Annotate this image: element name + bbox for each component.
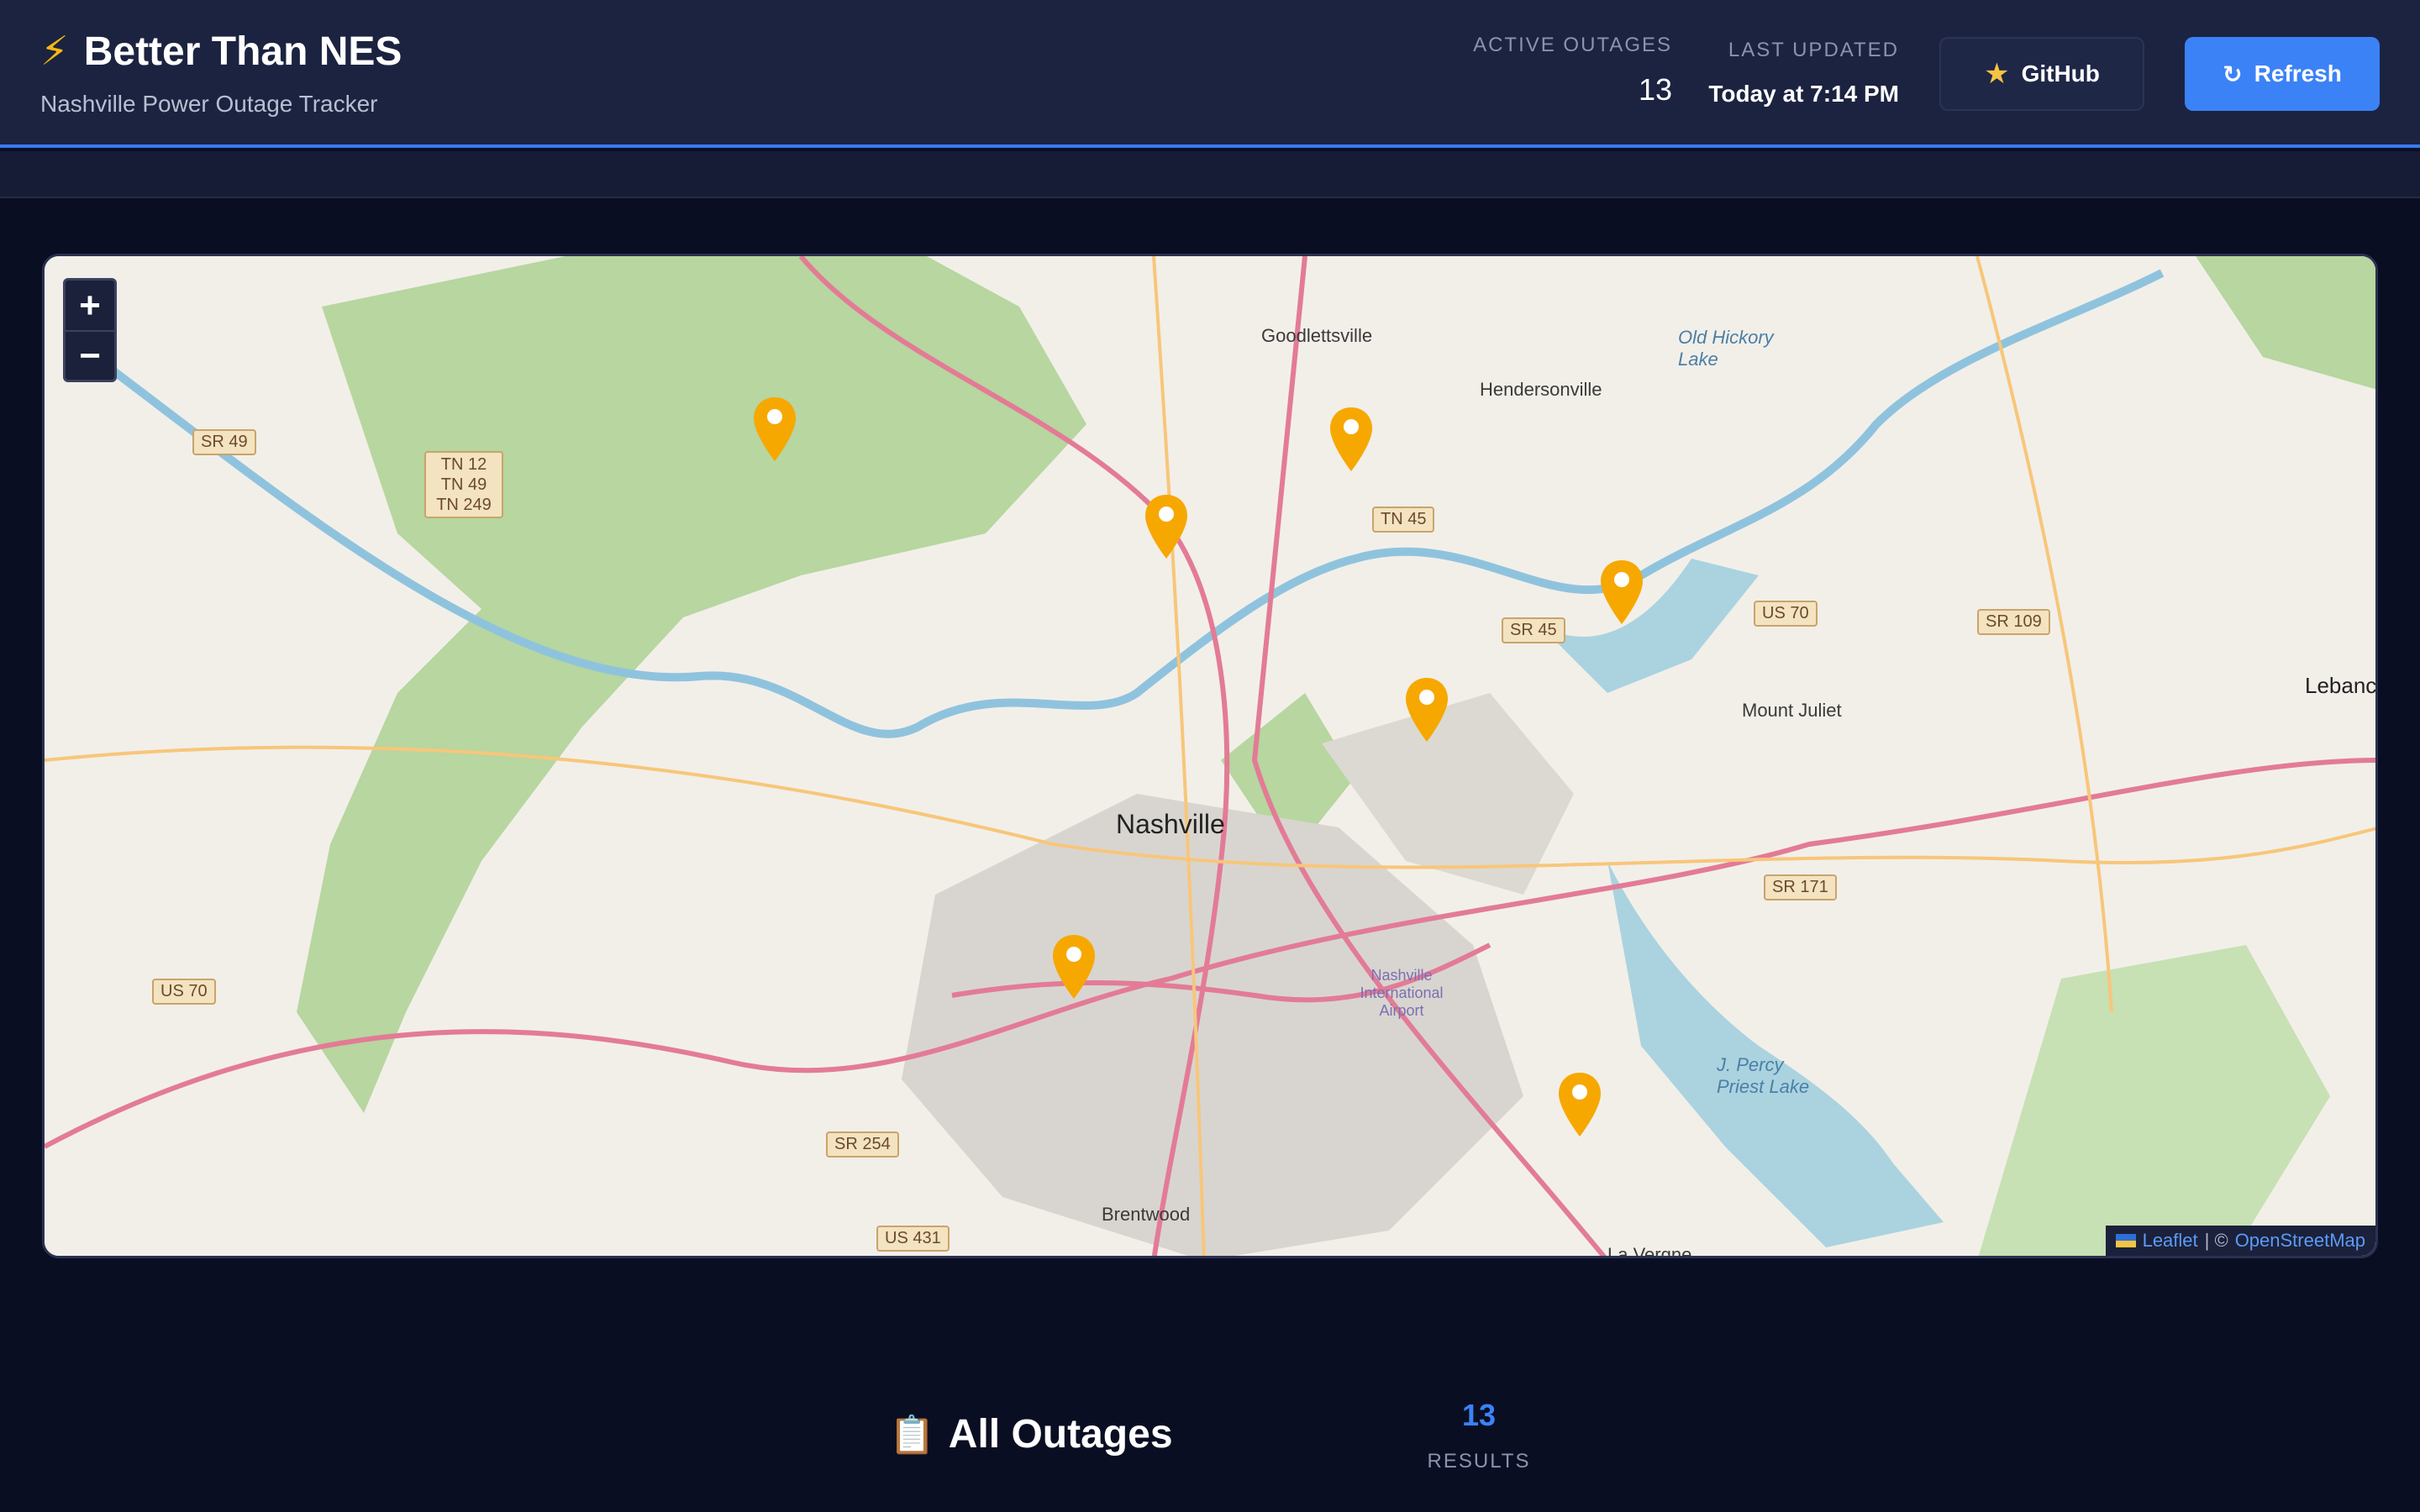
shield-tn45: TN 45 — [1372, 507, 1435, 533]
shield-sr254: SR 254 — [826, 1131, 899, 1158]
active-outages-stat: ACTIVE OUTAGES 13 — [1454, 34, 1672, 108]
zoom-in-button[interactable]: + — [66, 281, 114, 330]
all-outages-heading: 📋 All Outages — [889, 1411, 1173, 1457]
outage-marker-icon[interactable] — [752, 396, 797, 463]
shield-sr171: SR 171 — [1764, 874, 1837, 900]
label-nashville: Nashville — [1116, 809, 1225, 839]
ukraine-flag-icon — [2115, 1234, 2136, 1247]
label-goodlettsville: Goodlettsville — [1261, 325, 1373, 346]
results-label: RESULTS — [1427, 1450, 1531, 1473]
openstreetmap-link[interactable]: OpenStreetMap — [2235, 1230, 2365, 1252]
last-updated-value: Today at 7:14 PM — [1708, 81, 1899, 107]
label-airport: Nashville International Airport — [1360, 967, 1444, 1019]
map-attribution: Leaflet | © OpenStreetMap — [2105, 1226, 2375, 1256]
shield-sr49: SR 49 — [192, 429, 256, 455]
refresh-label: Refresh — [2254, 60, 2342, 87]
sub-toolbar — [0, 151, 2420, 198]
outage-marker-icon[interactable] — [1599, 559, 1644, 626]
label-la-vergne: La Vergne — [1607, 1244, 1692, 1258]
shield-sr45: SR 45 — [1502, 617, 1565, 643]
star-icon: ★ — [1984, 58, 2010, 90]
app-header: ⚡ Better Than NES Nashville Power Outage… — [0, 0, 2420, 148]
outage-marker-icon[interactable] — [1144, 493, 1189, 560]
last-updated-stat: LAST UPDATED Today at 7:14 PM — [1672, 39, 1899, 108]
shield-us431: US 431 — [876, 1226, 950, 1252]
outage-marker-icon[interactable] — [1557, 1071, 1602, 1138]
results-counter: 13 RESULTS — [1420, 1398, 1538, 1473]
zoom-out-button[interactable]: − — [66, 330, 114, 380]
app-title: Better Than NES — [83, 29, 402, 74]
outage-map[interactable]: Nashville Goodlettsville Hendersonville … — [42, 254, 2378, 1258]
refresh-icon: ↻ — [2223, 60, 2243, 87]
github-label: GitHub — [2021, 60, 2100, 87]
shield-us70-east: US 70 — [1754, 601, 1818, 627]
active-outages-value: 13 — [1638, 72, 1672, 107]
brand: ⚡ Better Than NES Nashville Power Outage… — [40, 27, 402, 118]
label-brentwood: Brentwood — [1102, 1204, 1191, 1225]
last-updated-label: LAST UPDATED — [1728, 39, 1899, 61]
shield-us70-west: US 70 — [152, 979, 216, 1005]
leaflet-link[interactable]: Leaflet — [2143, 1230, 2198, 1252]
results-count: 13 — [1461, 1398, 1497, 1432]
outage-marker-icon[interactable] — [1404, 676, 1449, 743]
shield-tn12: TN 12 TN 49 TN 249 — [424, 451, 503, 518]
outage-marker-icon[interactable] — [1328, 406, 1374, 473]
outage-marker-icon[interactable] — [1051, 933, 1097, 1000]
attribution-separator: | © — [2204, 1230, 2228, 1251]
label-mount-juliet: Mount Juliet — [1742, 700, 1842, 721]
active-outages-label: ACTIVE OUTAGES — [1473, 34, 1672, 56]
label-hendersonville: Hendersonville — [1480, 379, 1602, 400]
shield-sr109: SR 109 — [1977, 609, 2050, 635]
refresh-button[interactable]: ↻ Refresh — [2185, 37, 2380, 111]
github-button[interactable]: ★ GitHub — [1939, 37, 2144, 111]
label-percy-priest-lake: J. Percy Priest Lake — [1717, 1054, 1810, 1097]
app-subtitle: Nashville Power Outage Tracker — [40, 91, 378, 117]
label-old-hickory-lake: Old Hickory Lake — [1678, 327, 1774, 370]
map-tiles — [45, 256, 2375, 1256]
lightning-icon: ⚡ — [40, 29, 69, 74]
clipboard-icon: 📋 — [889, 1414, 935, 1456]
label-lebanon: Lebanc — [2305, 673, 2377, 698]
zoom-control: + − — [63, 278, 117, 382]
all-outages-title: All Outages — [948, 1412, 1173, 1457]
